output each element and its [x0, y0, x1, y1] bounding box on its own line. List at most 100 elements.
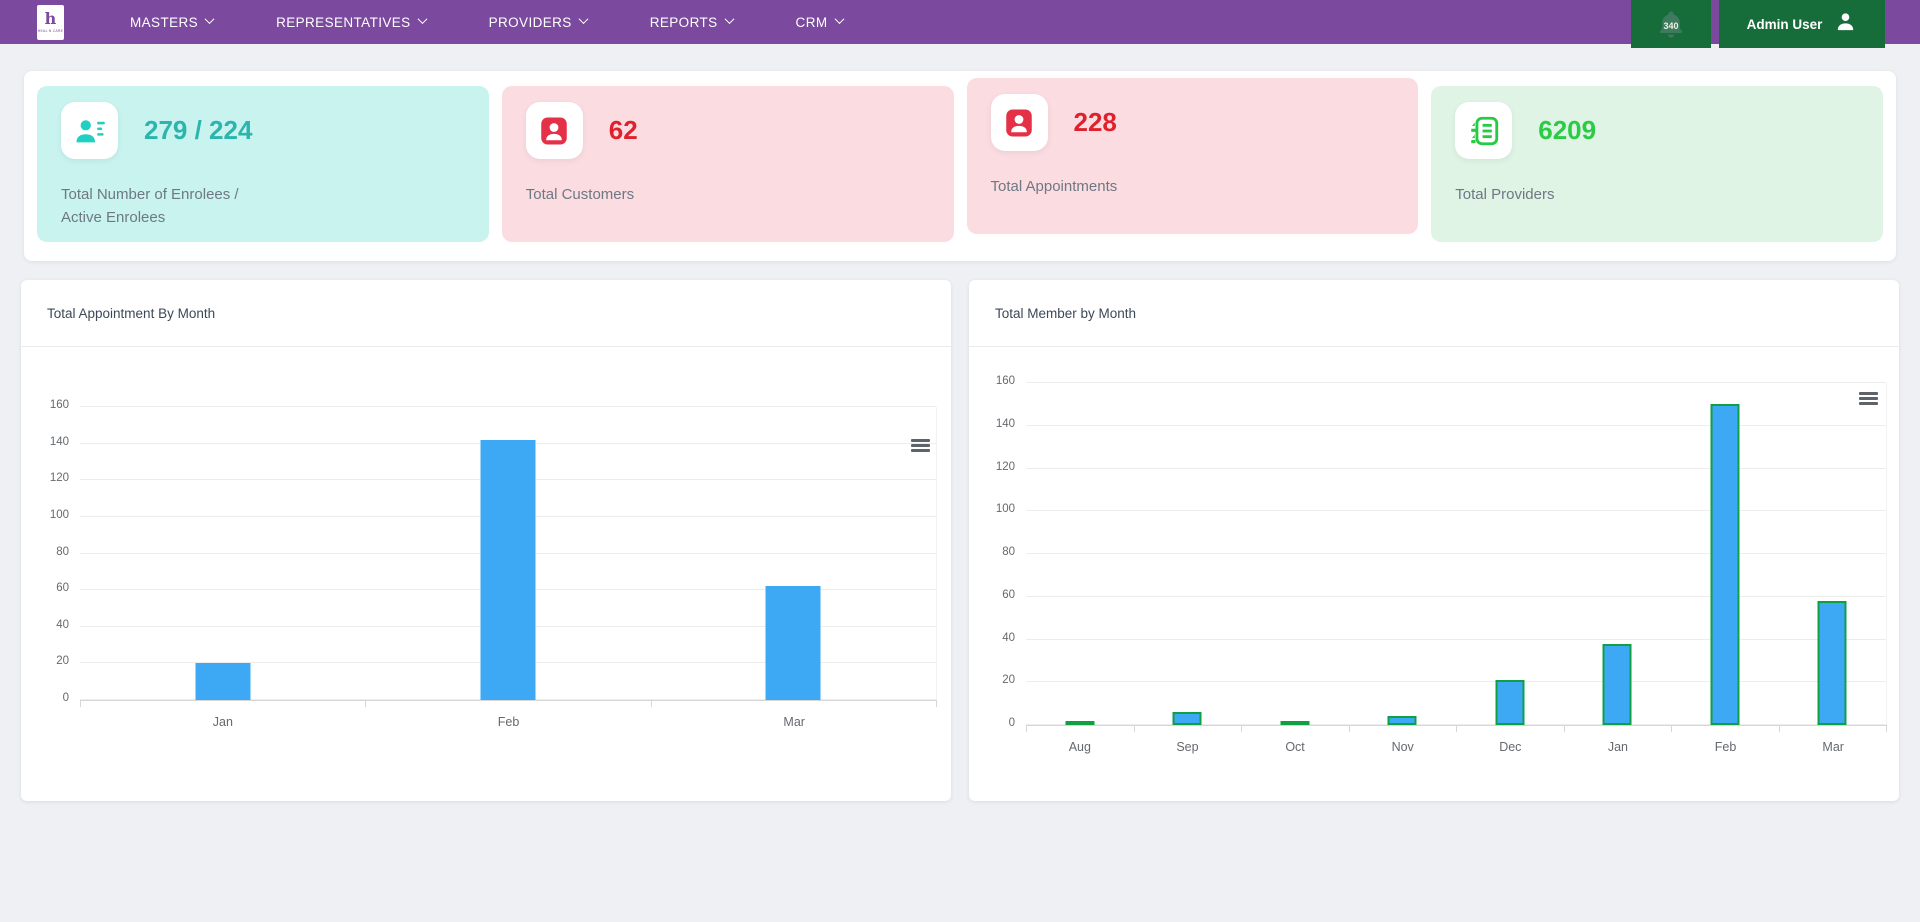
- top-navbar: h HEAL N CARE MASTERS REPRESENTATIVES PR…: [0, 0, 1920, 44]
- enrolees-list-icon: [73, 114, 107, 148]
- stat-icon-box: [526, 102, 583, 159]
- axis-tick: [1242, 726, 1350, 732]
- stat-icon-box: [1455, 102, 1512, 159]
- user-avatar-icon: [1834, 10, 1857, 38]
- nav-item-label: REPORTS: [650, 15, 718, 30]
- x-axis: [1026, 725, 1887, 732]
- y-axis-label: 40: [1002, 632, 1015, 644]
- nav-item-crm[interactable]: CRM: [796, 15, 843, 30]
- main-menu: MASTERS REPRESENTATIVES PROVIDERS REPORT…: [130, 15, 843, 30]
- y-axis-label: 60: [56, 582, 69, 594]
- stat-card-customers[interactable]: 62 Total Customers: [502, 86, 954, 242]
- axis-tick: [1026, 726, 1135, 732]
- chevron-down-icon: [205, 14, 215, 24]
- bar-dec[interactable]: [1495, 680, 1524, 725]
- y-axis-label: 20: [56, 655, 69, 667]
- y-axis-label: 0: [63, 692, 69, 704]
- navbar-actions: 340 Admin User: [1631, 0, 1885, 48]
- stat-card-providers[interactable]: 6209 Total Providers: [1431, 86, 1883, 242]
- y-axis-label: 80: [1002, 546, 1015, 558]
- axis-tick: [366, 701, 651, 707]
- x-axis-label: Sep: [1134, 740, 1242, 754]
- bar-mar[interactable]: [766, 586, 821, 700]
- stat-icon-box: [61, 102, 118, 159]
- y-axis-label: 0: [1009, 717, 1015, 729]
- bell-icon: 340: [1656, 8, 1686, 40]
- bar-chart-members: 020406080100120140160 AugSepOctNovDecJan…: [969, 383, 1899, 754]
- chart-plot-area: 020406080100120140160: [1026, 383, 1887, 725]
- y-axis-label: 140: [996, 418, 1015, 430]
- notification-count-badge: 340: [1663, 21, 1678, 31]
- x-axis-label: Aug: [1026, 740, 1134, 754]
- stat-label: Total Appointments: [991, 175, 1395, 198]
- axis-tick: [1780, 726, 1888, 732]
- x-axis-label: Mar: [651, 715, 937, 729]
- bar-oct[interactable]: [1280, 721, 1309, 725]
- nav-item-label: CRM: [796, 15, 828, 30]
- bar-mar[interactable]: [1818, 601, 1847, 725]
- bar-nov[interactable]: [1388, 716, 1417, 725]
- x-axis-label: Oct: [1241, 740, 1349, 754]
- x-axis-label: Mar: [1779, 740, 1887, 754]
- user-name: Admin User: [1747, 17, 1823, 32]
- x-axis-labels: AugSepOctNovDecJanFebMar: [1026, 740, 1887, 754]
- stat-label: Total Providers: [1455, 183, 1859, 206]
- chart-title: Total Appointment By Month: [21, 280, 951, 347]
- customer-badge-icon: [537, 114, 571, 148]
- nav-item-label: PROVIDERS: [489, 15, 572, 30]
- stat-value: 62: [609, 115, 638, 146]
- nav-item-representatives[interactable]: REPRESENTATIVES: [276, 15, 426, 30]
- stat-label: Total Customers: [526, 183, 930, 206]
- nav-item-reports[interactable]: REPORTS: [650, 15, 733, 30]
- bar-chart-appointments: 020406080100120140160 JanFebMar: [21, 407, 951, 729]
- nav-item-label: REPRESENTATIVES: [276, 15, 411, 30]
- bar-sep[interactable]: [1173, 712, 1202, 725]
- nav-item-label: MASTERS: [130, 15, 198, 30]
- stats-container: 279 / 224 Total Number of Enrolees / Act…: [24, 71, 1896, 261]
- x-axis-label: Dec: [1457, 740, 1565, 754]
- y-axis-label: 100: [996, 503, 1015, 515]
- chart-panel-members-by-month: Total Member by Month 020406080100120140…: [969, 280, 1899, 801]
- user-menu[interactable]: Admin User: [1719, 0, 1885, 48]
- logo-letter: h: [45, 11, 57, 27]
- x-axis-label: Jan: [1564, 740, 1672, 754]
- x-axis: [80, 700, 937, 707]
- bar-feb[interactable]: [1710, 404, 1739, 725]
- stat-card-appointments[interactable]: 228 Total Appointments: [967, 78, 1419, 234]
- y-axis-label: 140: [50, 436, 69, 448]
- stat-icon-box: [991, 94, 1048, 151]
- x-axis-label: Feb: [366, 715, 652, 729]
- y-axis-label: 80: [56, 546, 69, 558]
- app-logo[interactable]: h HEAL N CARE: [37, 5, 64, 40]
- providers-list-icon: [1467, 114, 1501, 148]
- chart-plot-area: 020406080100120140160: [80, 407, 937, 700]
- y-axis-label: 20: [1002, 674, 1015, 686]
- axis-tick: [1135, 726, 1243, 732]
- bar-jan[interactable]: [1603, 644, 1632, 725]
- x-axis-label: Nov: [1349, 740, 1457, 754]
- chevron-down-icon: [417, 14, 427, 24]
- notifications-button[interactable]: 340: [1631, 0, 1711, 48]
- y-axis-label: 120: [996, 461, 1015, 473]
- axis-tick: [80, 701, 366, 707]
- stat-card-enrolees[interactable]: 279 / 224 Total Number of Enrolees / Act…: [37, 86, 489, 242]
- nav-item-providers[interactable]: PROVIDERS: [489, 15, 587, 30]
- x-axis-labels: JanFebMar: [80, 715, 937, 729]
- charts-section: Total Appointment By Month 0204060801001…: [21, 280, 1899, 801]
- bar-feb[interactable]: [480, 440, 535, 700]
- bar-jan[interactable]: [195, 663, 250, 700]
- stat-value: 279 / 224: [144, 115, 252, 146]
- x-axis-label: Jan: [80, 715, 366, 729]
- chart-panel-appointments-by-month: Total Appointment By Month 0204060801001…: [21, 280, 951, 801]
- chevron-down-icon: [834, 14, 844, 24]
- axis-tick: [1565, 726, 1673, 732]
- chevron-down-icon: [724, 14, 734, 24]
- nav-item-masters[interactable]: MASTERS: [130, 15, 213, 30]
- bar-aug[interactable]: [1065, 721, 1094, 725]
- axis-tick: [1672, 726, 1780, 732]
- axis-tick: [1350, 726, 1458, 732]
- axis-tick: [652, 701, 937, 707]
- stat-label: Total Number of Enrolees / Active Enrole…: [61, 183, 465, 230]
- y-axis-label: 120: [50, 472, 69, 484]
- stat-value: 228: [1074, 107, 1117, 138]
